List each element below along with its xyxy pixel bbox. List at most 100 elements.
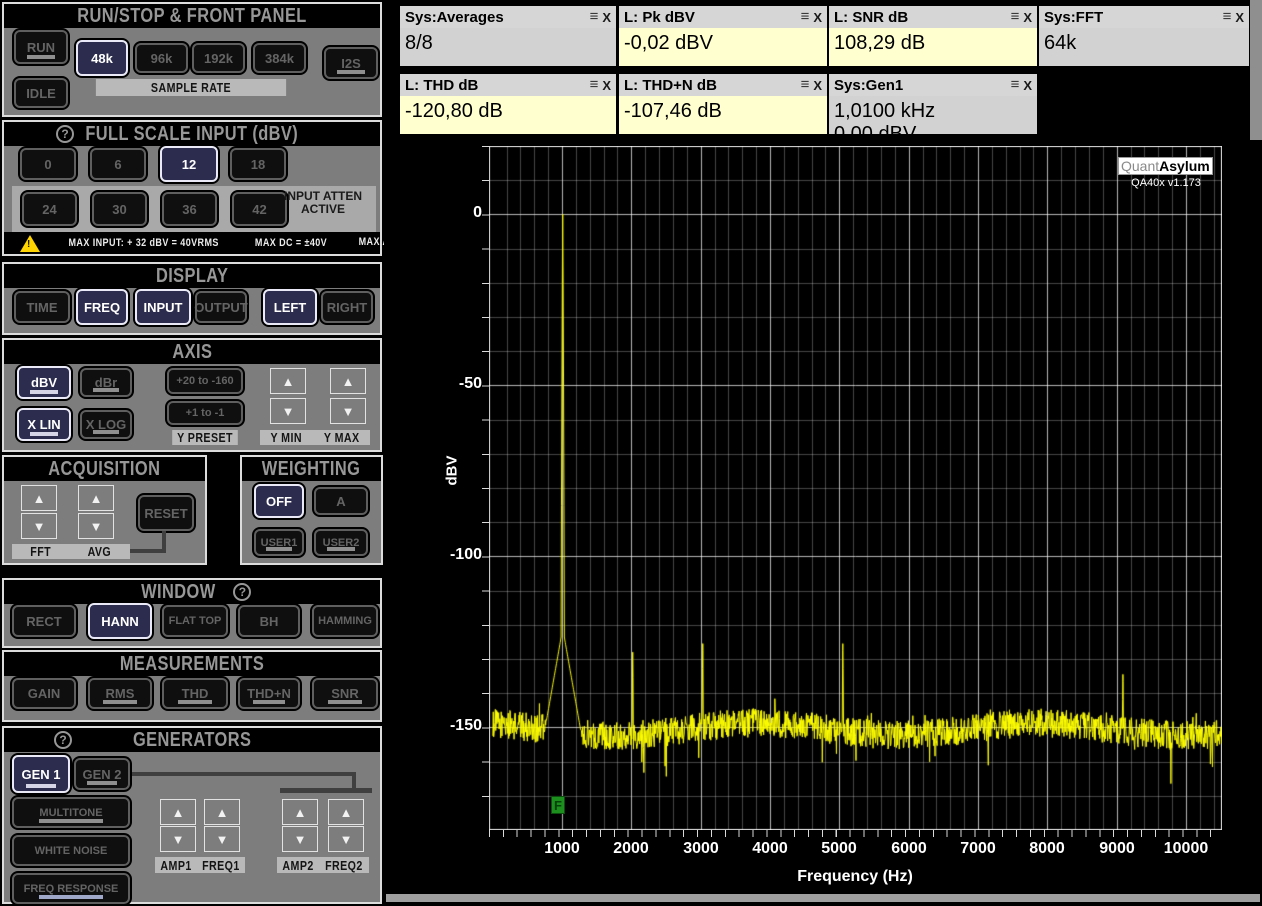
- tile-close-icon[interactable]: X: [1023, 78, 1032, 93]
- gen1-button[interactable]: GEN 1: [12, 755, 70, 793]
- freq1-up-button[interactable]: ▲: [204, 799, 240, 825]
- avg-down-button[interactable]: ▼: [78, 513, 114, 539]
- panel-generators-title: ? GENERATORS: [4, 728, 380, 752]
- display-right-button[interactable]: RIGHT: [321, 291, 373, 323]
- amp2-down-button[interactable]: ▼: [282, 826, 318, 852]
- meas-thdn-button[interactable]: THD+N: [238, 678, 300, 709]
- tile-close-icon[interactable]: X: [1023, 10, 1032, 25]
- idle-button[interactable]: IDLE: [14, 78, 68, 108]
- tile-close-icon[interactable]: X: [813, 10, 822, 25]
- window-rect-button[interactable]: RECT: [12, 605, 76, 637]
- tile-menu-icon[interactable]: ≡: [590, 80, 599, 90]
- tile-menu-icon[interactable]: ≡: [1011, 12, 1020, 22]
- weighting-a-button[interactable]: A: [314, 487, 368, 515]
- amp1-down-button[interactable]: ▼: [160, 826, 196, 852]
- fft-up-button[interactable]: ▲: [21, 485, 57, 511]
- y-axis-title: dBV: [444, 447, 461, 495]
- run-indicator: [27, 55, 55, 59]
- weighting-user2-button[interactable]: USER2: [314, 529, 368, 556]
- fft-down-button[interactable]: ▼: [21, 513, 57, 539]
- y-preset-20-160-button[interactable]: +20 to -160: [167, 368, 243, 394]
- dock-edge-strip: [1250, 0, 1262, 140]
- display-time-button[interactable]: TIME: [14, 291, 70, 323]
- meas-snr-button[interactable]: SNR: [312, 678, 378, 709]
- y-tick-label: -150: [420, 717, 482, 737]
- display-left-button[interactable]: LEFT: [263, 289, 317, 325]
- panel-run-stop-title: RUN/STOP & FRONT PANEL: [4, 4, 380, 28]
- run-button[interactable]: RUN: [14, 30, 68, 64]
- multitone-button[interactable]: MULTITONE: [12, 797, 130, 828]
- y-preset-1-1-button[interactable]: +1 to -1: [167, 401, 243, 425]
- tile-menu-icon[interactable]: ≡: [1223, 12, 1232, 22]
- fullscale-0-button[interactable]: 0: [20, 148, 76, 180]
- panel-acquisition-title: ACQUISITION: [4, 457, 205, 481]
- axis-dbv-button[interactable]: dBV: [17, 366, 71, 399]
- reset-button[interactable]: RESET: [138, 495, 194, 531]
- i2s-button[interactable]: I2S: [324, 47, 378, 79]
- arrow-up-icon: ▲: [33, 491, 46, 506]
- tile-menu-icon[interactable]: ≡: [801, 80, 810, 90]
- generators-help-icon[interactable]: ?: [54, 731, 72, 749]
- display-freq-button[interactable]: FREQ: [76, 289, 128, 325]
- sample-rate-384k-button[interactable]: 384k: [253, 43, 306, 73]
- fullscale-18-button[interactable]: 18: [230, 148, 286, 180]
- axis-xlog-button[interactable]: X LOG: [80, 410, 132, 439]
- amp2-freq2-labels: AMP2 FREQ2: [277, 857, 369, 873]
- fullscale-42-button[interactable]: 42: [232, 192, 287, 226]
- i2s-indicator: [337, 70, 365, 74]
- freq2-down-button[interactable]: ▼: [328, 826, 364, 852]
- freq2-up-button[interactable]: ▲: [328, 799, 364, 825]
- x-tick-label: 7000: [938, 840, 1018, 860]
- display-input-button[interactable]: INPUT: [135, 289, 191, 325]
- arrow-up-icon: ▲: [172, 805, 185, 820]
- y-max-down-button[interactable]: ▼: [330, 398, 366, 424]
- window-help-icon[interactable]: ?: [233, 583, 251, 601]
- display-output-button[interactable]: OUTPUT: [195, 291, 247, 323]
- amp2-up-button[interactable]: ▲: [282, 799, 318, 825]
- arrow-down-icon: ▼: [294, 832, 307, 847]
- window-bh-button[interactable]: BH: [238, 605, 300, 637]
- meas-thd-button[interactable]: THD: [162, 678, 228, 709]
- freq-response-button[interactable]: FREQ RESPONSE: [12, 873, 130, 904]
- meas-rms-button[interactable]: RMS: [88, 678, 152, 709]
- tile-close-icon[interactable]: X: [1235, 10, 1244, 25]
- sample-rate-48k-button[interactable]: 48k: [76, 40, 128, 76]
- tile-menu-icon[interactable]: ≡: [590, 12, 599, 22]
- fullscale-36-button[interactable]: 36: [162, 192, 217, 226]
- sample-rate-96k-button[interactable]: 96k: [135, 43, 188, 73]
- tile-menu-icon[interactable]: ≡: [801, 12, 810, 22]
- tile-pk-dbv: L: Pk dBV ≡X -0,02 dBV: [619, 6, 827, 66]
- x-axis-ticks: [489, 830, 1222, 837]
- axis-xlin-button[interactable]: X LIN: [17, 408, 71, 441]
- fullscale-12-button[interactable]: 12: [160, 146, 218, 182]
- y-min-up-button[interactable]: ▲: [270, 368, 306, 394]
- white-noise-button[interactable]: WHITE NOISE: [12, 835, 130, 866]
- tile-close-icon[interactable]: X: [602, 78, 611, 93]
- sample-rate-192k-button[interactable]: 192k: [192, 43, 245, 73]
- gen2-button[interactable]: GEN 2: [74, 758, 130, 790]
- window-hann-button[interactable]: HANN: [88, 603, 152, 639]
- arrow-down-icon: ▼: [172, 832, 185, 847]
- arrow-up-icon: ▲: [282, 374, 295, 389]
- sample-rate-label: SAMPLE RATE: [96, 79, 286, 96]
- window-flattop-button[interactable]: FLAT TOP: [162, 605, 228, 637]
- tile-sys-fft: Sys:FFT ≡X 64k: [1039, 6, 1249, 66]
- y-min-down-button[interactable]: ▼: [270, 398, 306, 424]
- tile-close-icon[interactable]: X: [602, 10, 611, 25]
- freq1-down-button[interactable]: ▼: [204, 826, 240, 852]
- amp1-up-button[interactable]: ▲: [160, 799, 196, 825]
- fullscale-30-button[interactable]: 30: [92, 192, 147, 226]
- axis-dbr-button[interactable]: dBr: [80, 368, 132, 397]
- tile-close-icon[interactable]: X: [813, 78, 822, 93]
- tile-menu-icon[interactable]: ≡: [1011, 80, 1020, 90]
- avg-up-button[interactable]: ▲: [78, 485, 114, 511]
- window-hamming-button[interactable]: HAMMING: [312, 605, 378, 637]
- y-max-up-button[interactable]: ▲: [330, 368, 366, 394]
- x-tick-label: 1000: [522, 840, 602, 860]
- weighting-off-button[interactable]: OFF: [254, 484, 304, 518]
- meas-gain-button[interactable]: GAIN: [12, 678, 76, 709]
- fullscale-6-button[interactable]: 6: [90, 148, 146, 180]
- full-scale-help-icon[interactable]: ?: [56, 125, 74, 143]
- fullscale-24-button[interactable]: 24: [22, 192, 77, 226]
- weighting-user1-button[interactable]: USER1: [254, 529, 304, 556]
